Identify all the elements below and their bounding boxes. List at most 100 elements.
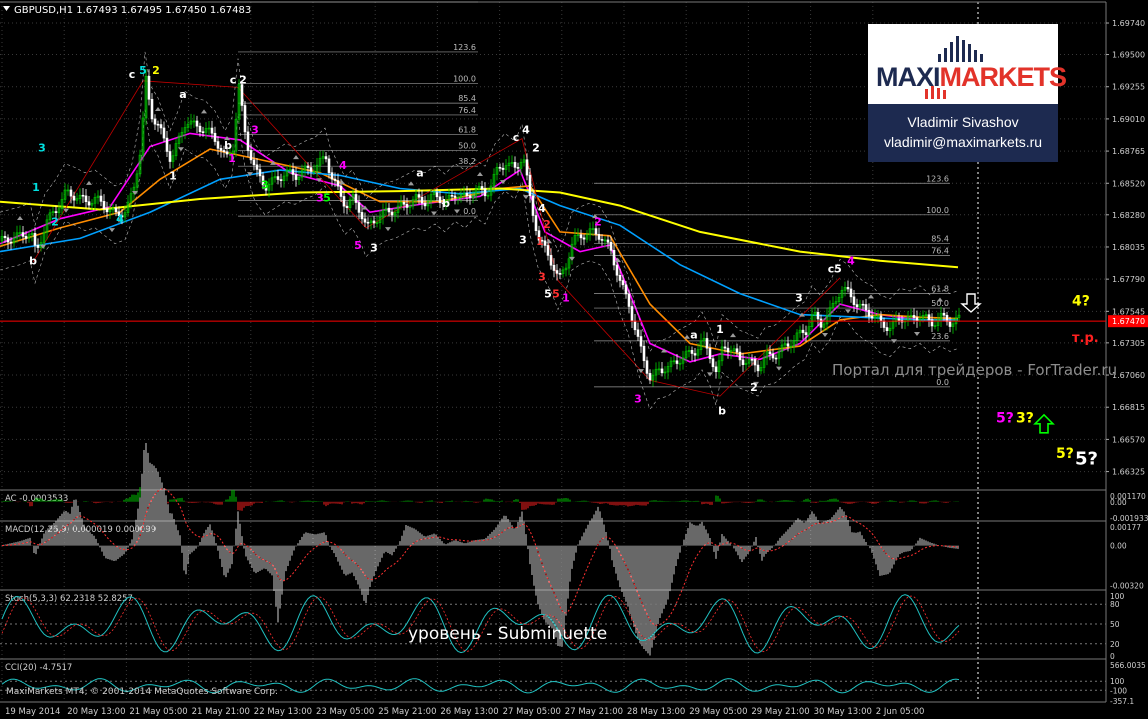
candle-body [162,127,166,139]
candle-body [846,287,850,290]
candle-body [624,284,628,295]
wave-label: 3 [38,142,46,155]
indicator-tick-label: 20 [1110,640,1120,649]
forecast-label: 5? [1056,446,1074,462]
candle-body [771,353,775,359]
candle-body [309,167,313,172]
candle-body [546,245,550,256]
fib-label: 0.0 [463,207,476,216]
candle-body [405,203,409,208]
indicator-tick-label: -100 [1110,686,1127,695]
wave-label: 2 [239,73,247,86]
author-email: vladimir@maximarkets.ru [883,134,1043,150]
candle-body [159,124,163,129]
candle-body [753,359,757,366]
author-name: Vladimir Sivashov [907,114,1019,130]
candle-body [150,98,154,120]
candle-body [741,359,745,365]
candle-body [81,194,85,197]
candle-body [645,360,649,374]
fib-label: 100.0 [926,206,949,215]
candle-body [927,314,931,320]
indicator-tick-label: 0 [1110,652,1115,661]
watermark-text: Портал для трейдеров - ForTrader.ru [832,361,1118,379]
candle-body [33,233,37,246]
candle-body [84,195,88,203]
candle-body [198,125,202,132]
time-tick-label: 27 May 21:00 [565,707,623,717]
candle-body [612,250,616,266]
candle-body [543,240,547,246]
candle-body [525,159,529,176]
candle-body [738,351,742,361]
candle-body [69,189,73,197]
wave-label: 4 [847,255,855,268]
candle-body [252,159,256,166]
candle-body [615,264,619,276]
time-tick-label: 21 May 21:00 [192,707,250,717]
wave-label: 3 [251,123,259,136]
candle-body [594,228,598,235]
candle-body [555,270,559,274]
time-tick-label: 21 May 05:00 [129,707,187,717]
indicator-tick-label: 0.00 [1110,542,1127,551]
candle-body [690,350,694,354]
candle-body [465,192,469,196]
candle-body [735,348,739,353]
candle-body [516,167,520,169]
candle-body [243,105,247,133]
candle-body [879,315,883,322]
candle-body [153,118,157,125]
candle-body [36,245,40,248]
candle-body [255,164,259,170]
candle-body [435,192,439,198]
wave-label: 4 [116,213,124,226]
candle-body [216,141,220,149]
price-tick-label: 1.68765 [1112,147,1145,156]
logo-wordmark: MAXIMARKETS [876,62,1067,93]
indicator-tick-label: 0.00177 [1110,523,1141,532]
candle-body [372,220,376,224]
price-tick-label: 1.66815 [1112,403,1145,412]
fib-label: 76.4 [931,247,949,256]
wave-label: 2 [51,215,59,228]
candle-body [72,195,76,201]
wave-label: 5 [834,263,842,276]
candle-body [786,343,790,347]
price-tick-label: 1.66325 [1112,468,1145,477]
time-tick-label: 20 May 13:00 [67,707,125,717]
candle-body [768,351,772,355]
candle-body [774,357,778,360]
time-axis: 19 May 2014 20 May 13:00 21 May 05:00 21 Ma… [5,707,924,717]
candle-body [354,194,358,203]
candle-body [3,235,7,239]
candle-body [201,131,205,133]
forecast-label: 5? [996,410,1014,426]
candle-body [819,318,823,328]
wave-label: 3 [795,291,803,304]
candle-body [480,186,484,190]
wave-label: 2 [594,215,602,228]
candle-body [54,211,58,213]
candle-body [501,167,505,170]
wave-label: 3 [634,393,642,406]
candle-body [210,127,214,134]
candle-body [930,319,934,327]
candle-body [912,315,916,318]
candle-body [882,320,886,328]
price-tick-label: 1.68520 [1112,179,1145,188]
fib-label: 123.6 [926,174,949,183]
fib-label: 85.4 [931,235,949,244]
wave-label: 3 [519,234,527,247]
wave-label: 3 [370,242,378,255]
candle-body [864,304,868,311]
wave-label: c [230,73,237,86]
fib-label: 76.4 [458,106,476,115]
candle-body [648,373,652,381]
maximarkets-logo: MAXIMARKETS Vladimir Sivashov vladimir@m… [868,24,1067,162]
candle-body [849,288,853,298]
candle-body [675,360,679,364]
price-tick-label: 1.66570 [1112,435,1145,444]
candle-body [390,211,394,216]
wave-label: 5 [544,288,552,301]
